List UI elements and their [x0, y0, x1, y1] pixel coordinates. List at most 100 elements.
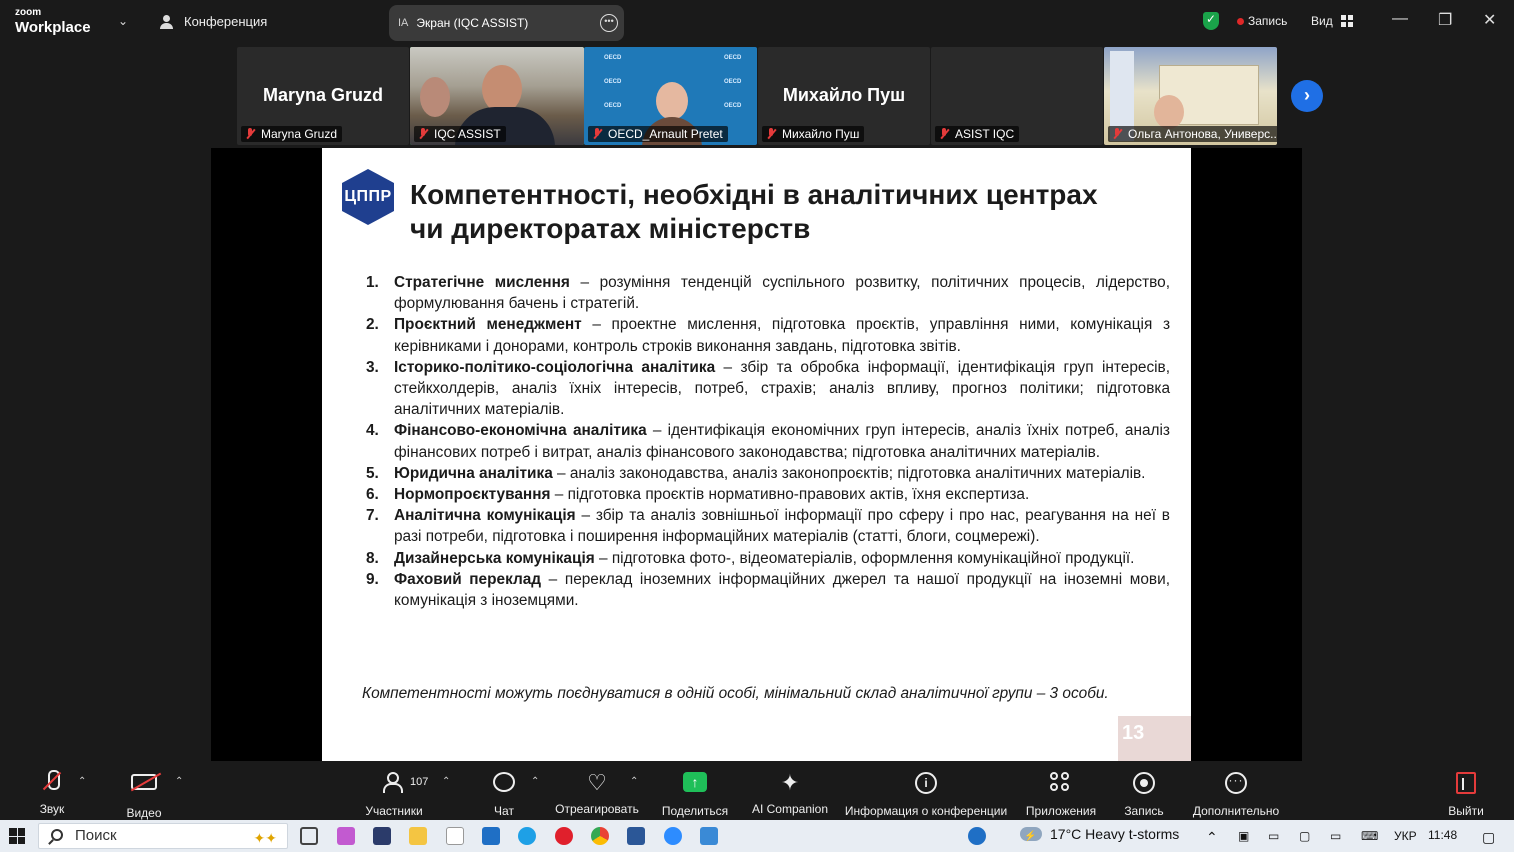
chat-button[interactable]: Чат — [488, 770, 520, 818]
taskbar-search[interactable]: Поиск ✦✦ — [38, 823, 288, 849]
word-icon[interactable] — [627, 827, 645, 845]
view-button[interactable]: Вид — [1311, 14, 1353, 28]
task-view-icon[interactable] — [300, 827, 318, 845]
record-button[interactable]: Запись — [1122, 770, 1166, 818]
slide-title: Компетентності, необхідні в аналітичних … — [410, 179, 1098, 244]
mic-muted-icon — [592, 128, 602, 140]
taskbar-clock[interactable]: 11:48 — [1428, 828, 1457, 842]
heart-icon: ♡ — [587, 770, 607, 795]
participant-label: Maryna Gruzd — [241, 126, 343, 142]
share-arrow-icon: ↑ — [683, 772, 707, 792]
zoom-logo[interactable]: zoom Workplace — [15, 8, 91, 36]
help-icon[interactable] — [968, 827, 986, 845]
terminal-icon[interactable] — [373, 827, 391, 845]
chat-options-caret-icon[interactable]: ⌃ — [531, 776, 539, 787]
tray-app-icon[interactable]: ▣ — [1238, 829, 1249, 843]
battery-icon[interactable]: ▭ — [1268, 829, 1279, 843]
leave-button[interactable]: Выйти — [1446, 770, 1486, 818]
mic-muted-icon — [939, 128, 949, 140]
competence-heading: Фінансово-економічна аналітика — [394, 422, 647, 440]
competence-item: 5. Юридична аналітика – аналіз законодавс… — [366, 463, 1170, 484]
competence-item: 3. Історико-політико-соціологічна аналіти… — [366, 357, 1170, 421]
participant-tile[interactable]: Ольга Антонова, Универс... — [1104, 47, 1277, 145]
competence-item: 6. Нормопроєктування – підготовка проєкті… — [366, 484, 1170, 505]
participant-label: Михайло Пуш — [762, 126, 865, 142]
skype-icon[interactable] — [518, 827, 536, 845]
react-button[interactable]: ♡ Отреагировать — [554, 770, 640, 816]
competence-item: 2. Проєктний менеджмент – проектне мислен… — [366, 314, 1170, 356]
ai-companion-button[interactable]: ✦ AI Companion — [750, 770, 830, 816]
competence-heading: Дизайнерська комунікація — [394, 549, 595, 567]
audio-button[interactable]: Звук — [36, 770, 68, 816]
keyboard-icon[interactable]: ⌨ — [1361, 829, 1378, 843]
screen-share-pill[interactable]: IA Экран (IQC ASSIST) ••• — [389, 5, 624, 41]
windows-start-icon[interactable] — [9, 828, 25, 844]
competence-item: 7. Аналітична комунікація – збір та аналі… — [366, 505, 1170, 547]
mic-muted-icon — [418, 128, 428, 140]
outlook-icon[interactable] — [482, 827, 500, 845]
camera-tray-icon[interactable]: ▢ — [1299, 829, 1310, 843]
more-icon[interactable]: ••• — [600, 14, 618, 32]
recording-indicator[interactable]: Запись — [1237, 14, 1287, 28]
windows-taskbar: Поиск ✦✦ 17°C Heavy t-storms ⌃ ▣ ▭ ▢ ▭ ⌨… — [0, 820, 1514, 852]
competence-item: 1. Стратегічне мислення – розуміння тенде… — [366, 272, 1170, 314]
competence-number: 7. — [366, 507, 379, 525]
participant-tile[interactable]: Maryna Gruzd Maryna Gruzd — [237, 47, 409, 145]
display-icon[interactable]: ▭ — [1330, 829, 1341, 843]
mic-muted-icon — [44, 770, 60, 794]
react-options-caret-icon[interactable]: ⌃ — [630, 776, 638, 787]
search-icon — [51, 829, 63, 841]
zoom-app-icon[interactable] — [664, 827, 682, 845]
competence-description: – підготовка проєктів нормативно-правови… — [550, 486, 1030, 504]
audio-options-caret-icon[interactable]: ⌃ — [78, 776, 86, 787]
more-button[interactable]: ··· Дополнительно — [1190, 770, 1282, 818]
participants-options-caret-icon[interactable]: ⌃ — [442, 776, 450, 787]
participant-tile[interactable]: Михайло Пуш Михайло Пуш — [758, 47, 930, 145]
mic-muted-icon — [766, 128, 776, 140]
next-page-button[interactable]: › — [1291, 80, 1323, 112]
record-dot-icon — [1237, 17, 1244, 25]
competence-heading: Юридична аналітика — [394, 464, 553, 482]
tray-chevron-icon[interactable]: ⌃ — [1206, 829, 1218, 846]
chrome-icon[interactable] — [591, 827, 609, 845]
shield-icon[interactable] — [1203, 12, 1219, 30]
minimize-icon[interactable]: — — [1392, 10, 1408, 28]
video-options-caret-icon[interactable]: ⌃ — [175, 776, 183, 787]
meeting-toolbar: Звук ⌃ Видео ⌃ Участники 107 ⌃ Чат ⌃ ♡ О… — [0, 762, 1514, 820]
competence-number: 9. — [366, 570, 379, 588]
close-icon[interactable]: ✕ — [1483, 10, 1496, 30]
weather-text: 17°C Heavy t-storms — [1050, 826, 1180, 842]
photos-icon[interactable] — [700, 827, 718, 845]
storm-icon — [1020, 827, 1042, 842]
title-bar: zoom Workplace ⌄ Конференция IA Экран (I… — [0, 0, 1514, 44]
conference-button[interactable]: Конференция — [158, 14, 267, 29]
apps-button[interactable]: Приложения — [1024, 770, 1098, 818]
exit-icon — [1456, 772, 1476, 794]
participant-label: OECD_Arnault Pretet — [588, 126, 728, 142]
restore-icon[interactable]: ❐ — [1438, 10, 1452, 30]
weather-widget[interactable]: 17°C Heavy t-storms — [1020, 826, 1179, 842]
participant-label: Ольга Антонова, Универс... — [1108, 126, 1277, 142]
participant-tile-active[interactable]: IQC ASSIST — [410, 47, 584, 145]
notepad-icon[interactable] — [446, 827, 464, 845]
participant-label: IQC ASSIST — [414, 126, 506, 142]
participant-tile[interactable]: ASIST IQC — [931, 47, 1103, 145]
grid-icon — [1340, 15, 1353, 27]
video-button[interactable]: Видео — [122, 770, 166, 820]
record-icon — [1133, 772, 1155, 794]
competence-list: 1. Стратегічне мислення – розуміння тенде… — [366, 272, 1170, 611]
participant-tile[interactable]: OECD OECD OECD OECD OECD OECD OECD_Arnau… — [584, 47, 757, 145]
meeting-info-button[interactable]: i Информация о конференции — [843, 770, 1009, 818]
opera-icon[interactable] — [555, 827, 573, 845]
notification-icon[interactable]: ▢ — [1482, 829, 1495, 846]
language-indicator[interactable]: УКР — [1394, 829, 1417, 843]
chevron-down-icon[interactable]: ⌄ — [118, 14, 128, 28]
brand-big: Workplace — [15, 19, 91, 36]
file-explorer-icon[interactable] — [409, 827, 427, 845]
copilot-app-icon[interactable] — [337, 827, 355, 845]
competence-description: – підготовка фото-, відеоматеріалів, офо… — [594, 549, 1135, 567]
presentation-slide: ЦППР Компетентності, необхідні в аналіти… — [322, 148, 1191, 761]
share-button[interactable]: ↑ Поделиться — [661, 770, 729, 818]
slide-note: Компетентності можуть поєднуватися в одн… — [362, 685, 1109, 702]
competence-number: 1. — [366, 274, 379, 291]
